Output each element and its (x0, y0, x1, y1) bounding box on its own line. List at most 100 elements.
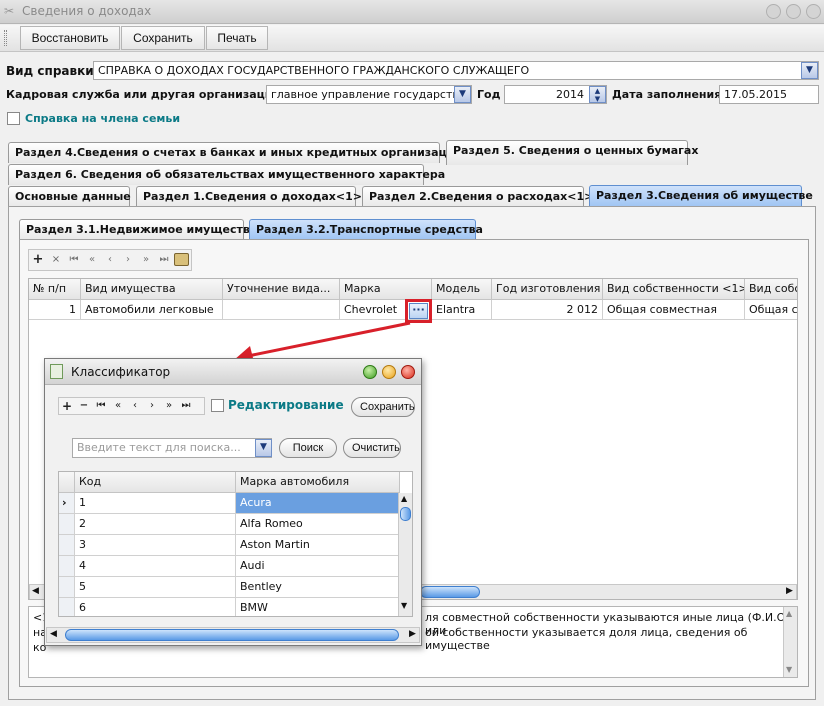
dialog-minimize-button[interactable] (363, 365, 377, 379)
dialog-last-icon[interactable]: ⏭ (179, 398, 193, 414)
row-indicator[interactable] (59, 556, 75, 577)
dialog-scroll-right-icon[interactable]: ▶ (409, 629, 416, 639)
classifier-code-cell[interactable]: 4 (75, 556, 236, 577)
classifier-brand-cell[interactable]: BMW (236, 598, 400, 616)
row-indicator[interactable] (59, 598, 75, 616)
dialog-close-button[interactable] (401, 365, 415, 379)
grid-hscroll-thumb[interactable] (420, 586, 480, 598)
tab-main-data[interactable]: Основные данные (8, 186, 131, 207)
row-indicator[interactable] (59, 535, 75, 556)
classifier-code-cell[interactable]: 2 (75, 514, 236, 535)
org-select[interactable]: главное управление государственн (266, 85, 472, 104)
row-indicator[interactable]: › (59, 493, 75, 514)
tab-real-estate[interactable]: Раздел 3.1.Недвижимое имущество (19, 219, 257, 240)
classifier-scroll-up-icon[interactable]: ▲ (401, 494, 407, 503)
classifier-code-cell[interactable]: 1 (75, 493, 236, 514)
classifier-code-cell[interactable]: 6 (75, 598, 236, 616)
cell-model[interactable]: Elantra (432, 300, 492, 320)
org-dropdown-icon[interactable]: ▼ (454, 86, 471, 103)
doc-type-dropdown-icon[interactable]: ▼ (801, 62, 818, 79)
print-button[interactable]: Печать (206, 26, 268, 50)
brand-picker-button[interactable]: ··· (409, 303, 428, 319)
col-header-code[interactable]: Код (75, 472, 236, 493)
col-header-ownership[interactable]: Вид собственности <1> (603, 279, 745, 300)
delete-record-icon[interactable]: × (49, 252, 63, 268)
col-header-car-brand[interactable]: Марка автомобиля (236, 472, 400, 493)
fill-date-input[interactable]: 17.05.2015 (719, 85, 819, 104)
dialog-first-icon[interactable]: ⏮ (94, 398, 108, 414)
dialog-hscrollbar[interactable]: ◀ ▶ (46, 627, 420, 643)
prev-page-icon[interactable]: « (85, 252, 99, 268)
col-header-ownership-2[interactable]: Вид собств (745, 279, 797, 300)
edit-mode-checkbox[interactable] (211, 399, 224, 412)
toolbar-grip[interactable] (4, 30, 7, 46)
minimize-button[interactable] (766, 4, 781, 19)
add-record-icon[interactable]: + (31, 252, 45, 268)
first-record-icon[interactable]: ⏮ (67, 252, 81, 268)
prev-record-icon[interactable]: ‹ (103, 252, 117, 268)
restore-button[interactable]: Восстановить (20, 26, 120, 50)
folder-icon[interactable] (174, 253, 189, 266)
row-indicator[interactable] (59, 514, 75, 535)
tab-vehicles[interactable]: Раздел 3.2.Транспортные средства (249, 219, 483, 240)
cell-ownership[interactable]: Общая совместная (603, 300, 745, 320)
tab-section-3[interactable]: Раздел 3.Сведения об имуществе (589, 185, 813, 207)
col-header-model[interactable]: Модель (432, 279, 492, 300)
dialog-search-dropdown-icon[interactable]: ▼ (255, 439, 272, 457)
classifier-scroll-down-icon[interactable]: ▼ (401, 601, 407, 610)
classifier-vscroll-thumb[interactable] (400, 507, 411, 521)
cell-type-detail[interactable] (223, 300, 340, 320)
classifier-vscrollbar[interactable]: ▲ ▼ (398, 493, 412, 616)
col-header-type-detail[interactable]: Уточнение вида... (223, 279, 340, 300)
col-header-brand[interactable]: Марка (340, 279, 432, 300)
classifier-brand-cell[interactable]: Acura (236, 493, 400, 514)
family-member-checkbox[interactable] (7, 112, 20, 125)
classifier-brand-cell[interactable]: Alfa Romeo (236, 514, 400, 535)
scroll-left-icon[interactable]: ◀ (32, 586, 39, 596)
notes-scroll-up-icon[interactable]: ▲ (786, 609, 792, 618)
dialog-search-input[interactable]: Введите текст для поиска... (72, 438, 272, 458)
col-header-num[interactable]: № п/п (29, 279, 81, 300)
cell-property-type[interactable]: Автомобили легковые (81, 300, 223, 320)
dialog-prev-page-icon[interactable]: « (111, 398, 125, 414)
dialog-remove-icon[interactable]: − (77, 398, 91, 414)
toolbar: Восстановить Сохранить Печать (0, 25, 824, 52)
next-record-icon[interactable]: › (121, 252, 135, 268)
notes-vscrollbar[interactable]: ▲ ▼ (783, 607, 797, 677)
notes-scroll-down-icon[interactable]: ▼ (786, 665, 792, 674)
dialog-maximize-button[interactable] (382, 365, 396, 379)
dialog-clear-button[interactable]: Очистить (343, 438, 401, 458)
tab-section-5[interactable]: Раздел 5. Сведения о ценных бумагах (446, 140, 698, 165)
tab-section-1[interactable]: Раздел 1.Сведения о доходах<1> (136, 186, 362, 207)
cell-ownership-2[interactable]: Общая сс (745, 300, 797, 320)
dialog-add-icon[interactable]: + (60, 398, 74, 414)
year-spinner-icon[interactable]: ▲ ▼ (589, 86, 606, 103)
close-button[interactable] (806, 4, 821, 19)
cell-year[interactable]: 2 012 (492, 300, 603, 320)
save-button[interactable]: Сохранить (121, 26, 205, 50)
tab-section-2[interactable]: Раздел 2.Сведения о расходах<1> (362, 186, 593, 207)
col-header-year[interactable]: Год изготовления (492, 279, 603, 300)
cell-num[interactable]: 1 (29, 300, 81, 320)
dialog-next-icon[interactable]: › (145, 398, 159, 414)
dialog-save-button[interactable]: Сохранить (351, 397, 415, 417)
classifier-brand-cell[interactable]: Bentley (236, 577, 400, 598)
classifier-code-cell[interactable]: 3 (75, 535, 236, 556)
doc-type-select[interactable]: СПРАВКА О ДОХОДАХ ГОСУДАРСТВЕННОГО ГРАЖД… (93, 61, 819, 80)
classifier-brand-cell[interactable]: Audi (236, 556, 400, 577)
row-indicator[interactable] (59, 577, 75, 598)
tab-section-4[interactable]: Раздел 4.Сведения о счетах в банках и ин… (8, 142, 469, 163)
dialog-next-page-icon[interactable]: » (162, 398, 176, 414)
dialog-scroll-left-icon[interactable]: ◀ (50, 629, 57, 639)
dialog-search-button[interactable]: Поиск (279, 438, 337, 458)
dialog-prev-icon[interactable]: ‹ (128, 398, 142, 414)
last-record-icon[interactable]: ⏭ (157, 252, 171, 268)
maximize-button[interactable] (786, 4, 801, 19)
classifier-brand-cell[interactable]: Aston Martin (236, 535, 400, 556)
next-page-icon[interactable]: » (139, 252, 153, 268)
scroll-right-icon[interactable]: ▶ (786, 586, 793, 596)
dialog-hscroll-thumb[interactable] (65, 629, 399, 641)
classifier-code-cell[interactable]: 5 (75, 577, 236, 598)
tab-section-6[interactable]: Раздел 6. Сведения об обязательствах иму… (8, 164, 445, 185)
col-header-property-type[interactable]: Вид имущества (81, 279, 223, 300)
